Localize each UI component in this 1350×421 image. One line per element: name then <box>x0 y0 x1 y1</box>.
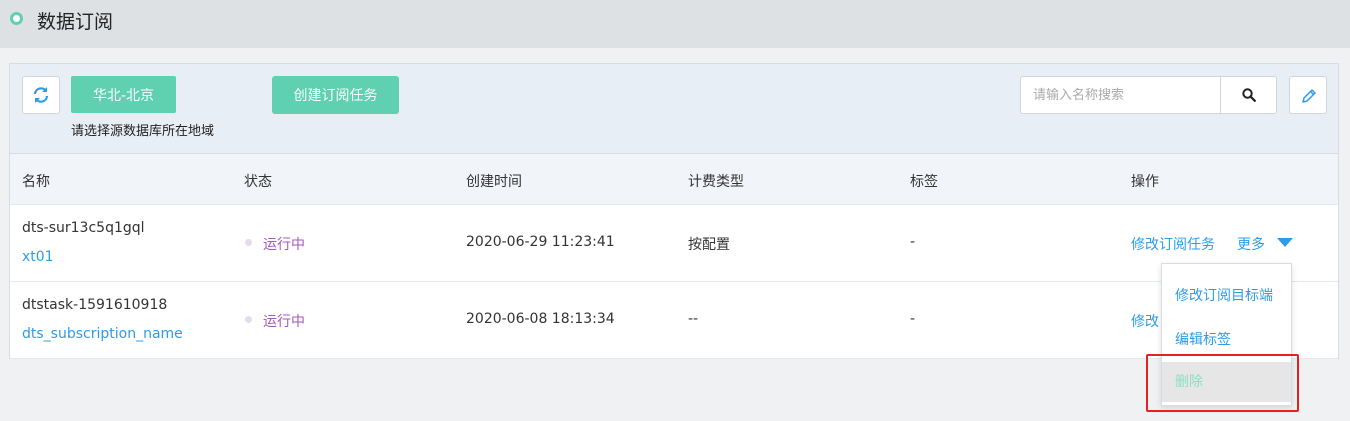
tag-value: - <box>910 311 916 327</box>
refresh-button[interactable] <box>22 76 60 114</box>
modify-subscription-link[interactable]: 修改订阅任务 <box>1131 234 1215 254</box>
column-header-status: 状态 <box>244 174 272 190</box>
task-id: dts-sur13c5q1gql <box>22 220 145 236</box>
status-dot-icon <box>245 239 252 246</box>
edit-button[interactable] <box>1289 76 1327 114</box>
column-header-created: 创建时间 <box>466 174 522 190</box>
table-header: 名称 状态 创建时间 计费类型 标签 操作 <box>10 154 1338 205</box>
status-circle-icon <box>10 12 23 25</box>
column-header-name: 名称 <box>22 174 50 190</box>
task-name-link[interactable]: dts_subscription_name <box>22 326 183 342</box>
more-actions-dropdown: 修改订阅目标端 编辑标签 删除 <box>1161 263 1292 406</box>
task-id: dtstask-1591610918 <box>22 297 168 313</box>
status-dot-icon <box>245 316 252 323</box>
more-actions-link[interactable]: 更多 <box>1237 234 1265 254</box>
status-text: 运行中 <box>263 314 305 330</box>
toolbar: 华北-北京 请选择源数据库所在地域 创建订阅任务 <box>10 64 1338 154</box>
subscription-panel: 华北-北京 请选择源数据库所在地域 创建订阅任务 名称 状态 创建时间 计费类型… <box>9 63 1339 359</box>
billing-type: -- <box>688 311 699 327</box>
tag-value: - <box>910 234 916 250</box>
page-title: 数据订阅 <box>37 11 114 33</box>
search-button[interactable] <box>1220 76 1277 114</box>
column-header-billing: 计费类型 <box>688 174 744 190</box>
column-header-actions: 操作 <box>1131 174 1159 190</box>
task-name-link[interactable]: xt01 <box>22 249 54 265</box>
search-icon <box>1242 88 1256 102</box>
billing-type: 按配置 <box>688 237 730 253</box>
modify-target-menu-item[interactable]: 修改订阅目标端 <box>1162 276 1291 316</box>
created-time: 2020-06-08 18:13:34 <box>466 311 615 327</box>
pencil-icon <box>1302 89 1316 103</box>
refresh-icon <box>33 87 49 103</box>
edit-tags-menu-item[interactable]: 编辑标签 <box>1162 320 1291 360</box>
modify-link[interactable]: 修改 <box>1131 311 1159 331</box>
column-header-tag: 标签 <box>910 174 938 190</box>
status-text: 运行中 <box>263 237 305 253</box>
create-subscription-button[interactable]: 创建订阅任务 <box>272 76 399 114</box>
table-row: dts-sur13c5q1gql xt01 运行中 2020-06-29 11:… <box>10 205 1338 282</box>
created-time: 2020-06-29 11:23:41 <box>466 234 615 250</box>
region-hint-text: 请选择源数据库所在地域 <box>71 124 215 139</box>
region-select-button[interactable]: 华北-北京 <box>71 76 176 113</box>
caret-down-icon[interactable] <box>1277 238 1293 247</box>
page-header: 数据订阅 <box>0 0 1350 48</box>
search-input[interactable] <box>1020 76 1221 114</box>
delete-menu-item[interactable]: 删除 <box>1162 362 1291 402</box>
table-row: dtstask-1591610918 dts_subscription_name… <box>10 282 1338 359</box>
